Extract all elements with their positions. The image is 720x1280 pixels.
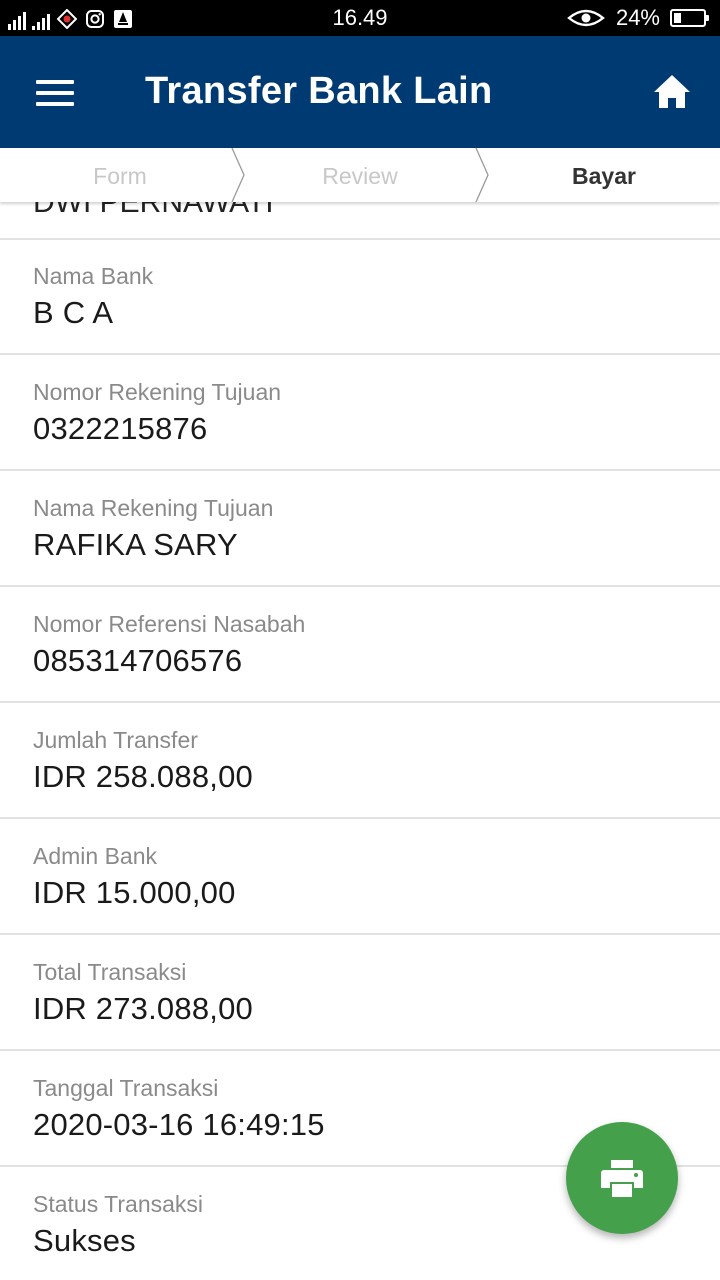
status-bar: 16.49 24% (0, 0, 720, 36)
detail-label: Tanggal Transaksi (33, 1075, 219, 1101)
detail-row-nama-rekening-tujuan: Nama Rekening Tujuan RAFIKA SARY (0, 471, 720, 587)
detail-value: Sukses (33, 1223, 136, 1258)
hamburger-menu-icon[interactable] (36, 76, 76, 110)
detail-value: B C A (33, 295, 114, 330)
home-icon[interactable] (652, 72, 692, 112)
page-title: Transfer Bank Lain (145, 70, 493, 112)
detail-value: RAFIKA SARY (33, 527, 238, 562)
detail-value: IDR 273.088,00 (33, 991, 253, 1026)
detail-label: Jumlah Transfer (33, 727, 198, 753)
status-icons-right: 24% (566, 5, 709, 31)
detail-label: Total Transaksi (33, 959, 187, 985)
battery-icon (670, 9, 709, 27)
detail-row-total-transaksi: Total Transaksi IDR 273.088,00 (0, 935, 720, 1051)
detail-label: Nama Rekening Tujuan (33, 495, 274, 521)
detail-row-nomor-rekening-tujuan: Nomor Rekening Tujuan 0322215876 (0, 355, 720, 471)
detail-label: Nomor Referensi Nasabah (33, 611, 306, 637)
detail-value: 2020-03-16 16:49:15 (33, 1107, 325, 1142)
detail-value: 0322215876 (33, 411, 208, 446)
app-bar: Transfer Bank Lain (0, 36, 720, 148)
battery-level (674, 13, 681, 23)
step-form: Form (93, 163, 147, 189)
detail-row-partial: DWI PERNAWATI (0, 202, 720, 240)
detail-value: IDR 258.088,00 (33, 759, 253, 794)
detail-label: Nomor Rekening Tujuan (33, 379, 282, 405)
detail-row-nomor-referensi-nasabah: Nomor Referensi Nasabah 085314706576 (0, 587, 720, 703)
detail-label: Status Transaksi (33, 1191, 204, 1217)
detail-label: Nama Bank (33, 263, 154, 289)
detail-value: IDR 15.000,00 (33, 875, 236, 910)
detail-label: Admin Bank (33, 843, 158, 869)
detail-value: DWI PERNAWATI (33, 202, 274, 219)
step-review: Review (322, 163, 398, 189)
transaction-details[interactable]: DWI PERNAWATI Nama Bank B C A Nomor Reke… (0, 202, 720, 1280)
detail-row-admin-bank: Admin Bank IDR 15.000,00 (0, 819, 720, 935)
step-bayar: Bayar (572, 163, 636, 189)
detail-value: 085314706576 (33, 643, 243, 678)
battery-percent: 24% (615, 5, 660, 30)
print-button[interactable] (566, 1122, 678, 1234)
printer-icon (601, 1160, 643, 1197)
detail-row-jumlah-transfer: Jumlah Transfer IDR 258.088,00 (0, 703, 720, 819)
eye-icon (566, 7, 606, 29)
progress-stepper: Form Review Bayar (0, 148, 720, 202)
detail-row-nama-bank: Nama Bank B C A (0, 239, 720, 355)
